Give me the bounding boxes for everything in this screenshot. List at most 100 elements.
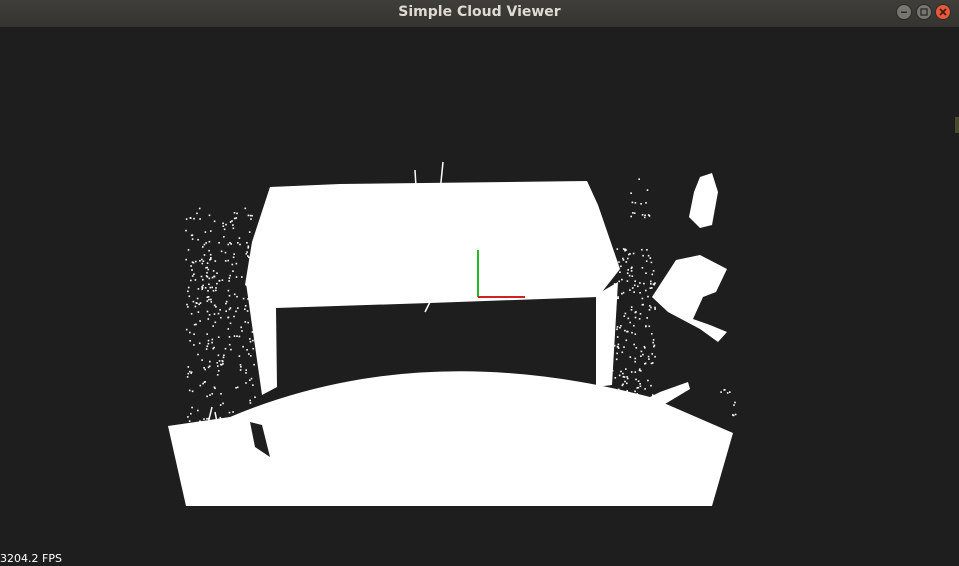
cloud-point <box>206 296 209 298</box>
minimize-button[interactable] <box>896 4 912 20</box>
cloud-point <box>187 306 189 308</box>
cloud-point <box>645 260 648 262</box>
cloud-point <box>202 260 205 262</box>
cloud-point <box>640 203 642 205</box>
cloud-point <box>190 372 192 374</box>
cloud-point <box>246 251 248 253</box>
cloud-point <box>191 406 193 409</box>
cloud-point <box>633 324 635 327</box>
cloud-point <box>212 270 215 272</box>
cloud-point <box>228 308 231 311</box>
cloud-point <box>644 214 646 217</box>
cloud-point <box>195 323 197 326</box>
cloud-point <box>209 286 212 289</box>
cloud-point <box>221 279 224 281</box>
cloud-point <box>190 265 192 267</box>
cloud-point <box>209 258 212 261</box>
cloud-point <box>194 305 197 308</box>
cloud-point <box>642 303 644 306</box>
cloud-point <box>616 328 618 331</box>
cloud-point <box>244 207 247 210</box>
cloud-point <box>247 214 250 217</box>
cloud-point <box>227 259 229 262</box>
cloud-point <box>232 411 234 413</box>
maximize-button[interactable] <box>916 4 932 20</box>
cloud-point <box>208 314 211 316</box>
cloud-point <box>726 392 729 394</box>
cloud-point <box>223 354 225 357</box>
cloud-point <box>207 339 210 342</box>
cloud-point <box>233 335 236 337</box>
cloud-point <box>626 376 628 378</box>
cloud-point <box>620 370 622 373</box>
table-top-surface <box>245 181 620 308</box>
cloud-point <box>208 240 211 243</box>
cloud-point <box>625 339 628 342</box>
cloud-point <box>643 282 645 285</box>
cloud-point <box>652 339 655 341</box>
cloud-point <box>227 243 229 246</box>
cloud-point <box>187 366 190 368</box>
cloud-point <box>652 341 654 344</box>
cloud-point <box>231 220 233 222</box>
cloud-point <box>624 380 626 383</box>
cloud-point <box>648 215 651 217</box>
cloud-point <box>638 178 640 180</box>
cloud-point <box>238 237 241 239</box>
cloud-point <box>224 347 227 350</box>
cloud-point <box>205 348 208 350</box>
point-cloud-render[interactable] <box>0 27 959 566</box>
cloud-point <box>235 217 238 219</box>
cloud-point <box>616 345 619 348</box>
cloud-point <box>625 261 628 263</box>
cloud-point <box>199 218 201 220</box>
cloud-point <box>228 411 231 414</box>
cloud-point <box>630 306 633 308</box>
cloud-viewer-window: Simple Cloud Viewer 3204.2 FPS <box>0 0 959 566</box>
cloud-point <box>242 345 244 348</box>
title-bar[interactable]: Simple Cloud Viewer <box>0 0 959 27</box>
cloud-point <box>247 246 250 249</box>
cloud-point <box>193 217 195 220</box>
cloud-point <box>236 386 239 389</box>
cloud-point <box>649 287 652 289</box>
cloud-point <box>185 229 187 232</box>
cloud-point <box>205 242 207 244</box>
cloud-point <box>209 394 211 396</box>
cloud-point <box>639 383 641 385</box>
cloud-point <box>206 310 209 313</box>
cloud-point <box>249 340 252 343</box>
cloud-point <box>195 260 197 263</box>
cloud-point <box>201 262 204 265</box>
cloud-point <box>617 343 620 346</box>
close-button[interactable] <box>935 4 951 20</box>
cloud-point <box>218 280 221 282</box>
cloud-point <box>228 336 231 338</box>
cloud-point <box>213 313 216 315</box>
cloud-point <box>634 280 636 282</box>
cloud-point <box>648 325 651 328</box>
cloud-point <box>629 253 631 255</box>
cloud-point <box>189 331 191 334</box>
cloud-point <box>188 420 191 422</box>
cloud-point <box>206 345 209 348</box>
point-cloud-viewport[interactable]: 3204.2 FPS <box>0 27 959 566</box>
cloud-point <box>193 273 195 275</box>
cloud-point <box>225 302 227 305</box>
cloud-point <box>631 275 634 277</box>
cloud-point <box>239 369 242 371</box>
cloud-point <box>191 261 194 263</box>
cloud-point <box>723 389 725 391</box>
cloud-point <box>245 253 248 255</box>
cloud-point <box>222 222 224 225</box>
cloud-point <box>642 254 644 257</box>
cloud-point <box>630 267 633 270</box>
cloud-point <box>225 310 227 312</box>
cloud-point <box>207 342 210 345</box>
cloud-point <box>646 249 648 251</box>
cloud-point <box>233 217 236 220</box>
cloud-point <box>196 297 199 300</box>
cloud-point <box>248 353 250 355</box>
cloud-point <box>203 254 206 256</box>
cloud-point <box>193 344 195 346</box>
